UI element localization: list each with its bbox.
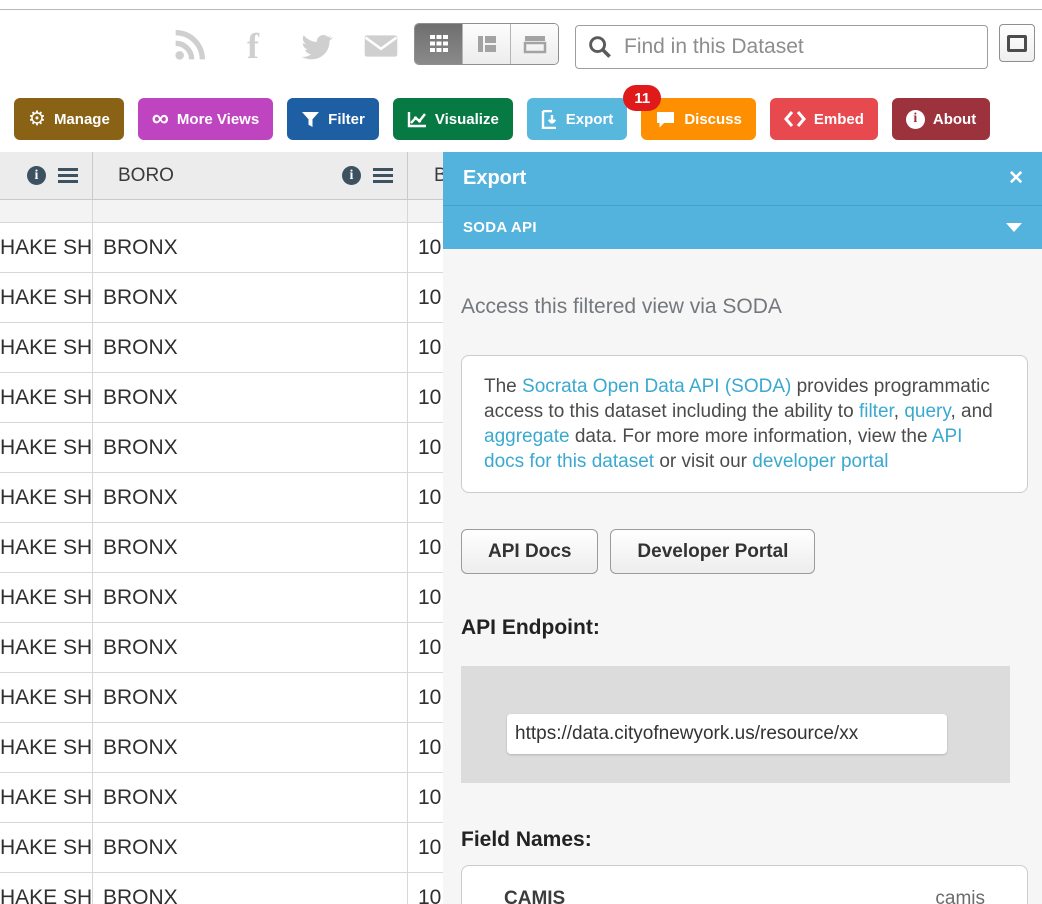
cell-boro[interactable]: BRONX xyxy=(93,573,408,622)
field-row: CAMIS camis xyxy=(504,888,985,904)
soda-intro-text: Access this filtered view via SODA xyxy=(461,295,1028,319)
visualize-button[interactable]: Visualize xyxy=(393,98,513,140)
cell-dba[interactable]: SHAKE SH xyxy=(0,873,93,904)
cell-boro[interactable]: BRONX xyxy=(93,873,408,904)
twitter-icon[interactable] xyxy=(298,27,336,65)
view-toggle-group xyxy=(414,23,559,65)
field-names-label: Field Names: xyxy=(461,828,1028,852)
field-display-name: CAMIS xyxy=(504,888,565,904)
cell-dba[interactable]: SHAKE SH xyxy=(0,273,93,322)
cell-dba[interactable]: SHAKE SH xyxy=(0,473,93,522)
cell-boro[interactable]: BRONX xyxy=(93,223,408,272)
page-view-button[interactable] xyxy=(511,24,558,64)
top-divider xyxy=(0,9,1042,10)
cell-boro[interactable]: BRONX xyxy=(93,673,408,722)
funnel-icon xyxy=(301,111,320,128)
cell-boro[interactable]: BRONX xyxy=(93,373,408,422)
dataset-page: f ⚙ Manage ∞ More Vie xyxy=(0,0,1042,904)
rss-icon[interactable] xyxy=(170,27,208,65)
column-header-boro[interactable]: BORO i xyxy=(93,152,408,199)
field-names-box: CAMIS camis xyxy=(461,865,1028,904)
fullscreen-button[interactable] xyxy=(999,24,1035,62)
inline-link[interactable]: aggregate xyxy=(484,426,570,447)
gear-icon: ⚙ xyxy=(28,109,46,129)
export-panel: Export ✕ SODA API Access this filtered v… xyxy=(443,152,1042,904)
manage-button[interactable]: ⚙ Manage xyxy=(14,98,124,140)
api-docs-button[interactable]: API Docs xyxy=(461,529,598,574)
facebook-icon[interactable]: f xyxy=(234,27,272,65)
inline-link[interactable]: query xyxy=(904,401,950,422)
soda-api-section-header[interactable]: SODA API xyxy=(443,205,1042,249)
cell-dba[interactable]: SHAKE SH xyxy=(0,673,93,722)
field-api-name: camis xyxy=(935,888,985,904)
cell-dba[interactable]: SHAKE SH xyxy=(0,773,93,822)
api-endpoint-input[interactable] xyxy=(507,714,947,754)
cell-boro[interactable]: BRONX xyxy=(93,623,408,672)
cell-dba[interactable]: SHAKE SH xyxy=(0,523,93,572)
soda-description: The Socrata Open Data API (SODA) provide… xyxy=(461,355,1028,493)
speech-bubble-icon xyxy=(655,110,676,129)
inline-link[interactable]: developer portal xyxy=(752,451,888,472)
inline-link[interactable]: Socrata Open Data API (SODA) xyxy=(522,376,791,397)
social-share-bar: f xyxy=(170,24,400,68)
cell-boro[interactable]: BRONX xyxy=(93,523,408,572)
chevron-down-icon xyxy=(1006,223,1022,232)
cell-boro[interactable]: BRONX xyxy=(93,473,408,522)
cell-boro[interactable]: BRONX xyxy=(93,823,408,872)
grid-view-button[interactable] xyxy=(415,24,463,64)
inline-link[interactable]: filter xyxy=(859,401,894,422)
close-icon[interactable]: ✕ xyxy=(1008,169,1024,188)
column-menu-icon[interactable] xyxy=(373,168,393,183)
column-info-icon[interactable]: i xyxy=(342,166,361,185)
search-input[interactable] xyxy=(622,34,987,60)
cell-dba[interactable]: SHAKE SH xyxy=(0,823,93,872)
dataset-toolbar: ⚙ Manage ∞ More Views Filter Visualize E… xyxy=(14,98,990,140)
code-brackets-icon xyxy=(784,110,806,128)
export-icon xyxy=(541,110,558,129)
dataset-search xyxy=(575,25,988,69)
about-button[interactable]: i About xyxy=(892,98,990,140)
cell-dba[interactable]: SHAKE SH xyxy=(0,573,93,622)
cell-boro[interactable]: BRONX xyxy=(93,323,408,372)
card-view-button[interactable] xyxy=(463,24,511,64)
chart-icon xyxy=(407,111,427,128)
discuss-count-badge: 11 xyxy=(623,85,661,111)
more-views-button[interactable]: ∞ More Views xyxy=(138,98,273,140)
fullscreen-icon xyxy=(1007,35,1027,52)
cell-boro[interactable]: BRONX xyxy=(93,273,408,322)
cell-dba[interactable]: SHAKE SH xyxy=(0,373,93,422)
embed-button[interactable]: Embed xyxy=(770,98,878,140)
export-panel-header: Export ✕ xyxy=(443,152,1042,205)
cell-dba[interactable]: SHAKE SH xyxy=(0,223,93,272)
column-info-icon[interactable]: i xyxy=(27,166,46,185)
info-icon: i xyxy=(906,110,925,129)
column-header-dba[interactable]: i xyxy=(0,152,93,199)
soda-api-section-body: Access this filtered view via SODA The S… xyxy=(443,295,1042,904)
column-menu-icon[interactable] xyxy=(58,168,78,183)
filter-button[interactable]: Filter xyxy=(287,98,379,140)
search-icon xyxy=(588,35,612,59)
developer-portal-button[interactable]: Developer Portal xyxy=(610,529,815,574)
api-endpoint-box xyxy=(461,666,1010,783)
cell-boro[interactable]: BRONX xyxy=(93,773,408,822)
email-icon[interactable] xyxy=(362,27,400,65)
cell-dba[interactable]: SHAKE SH xyxy=(0,723,93,772)
cell-dba[interactable]: SHAKE SH xyxy=(0,423,93,472)
export-button[interactable]: Export xyxy=(527,98,628,140)
cell-boro[interactable]: BRONX xyxy=(93,423,408,472)
cell-dba[interactable]: SHAKE SH xyxy=(0,323,93,372)
views-icon: ∞ xyxy=(152,107,169,131)
panel-title: Export xyxy=(463,167,526,190)
cell-boro[interactable]: BRONX xyxy=(93,723,408,772)
api-endpoint-label: API Endpoint: xyxy=(461,616,1028,640)
discuss-button[interactable]: 11 Discuss xyxy=(641,98,756,140)
cell-dba[interactable]: SHAKE SH xyxy=(0,623,93,672)
